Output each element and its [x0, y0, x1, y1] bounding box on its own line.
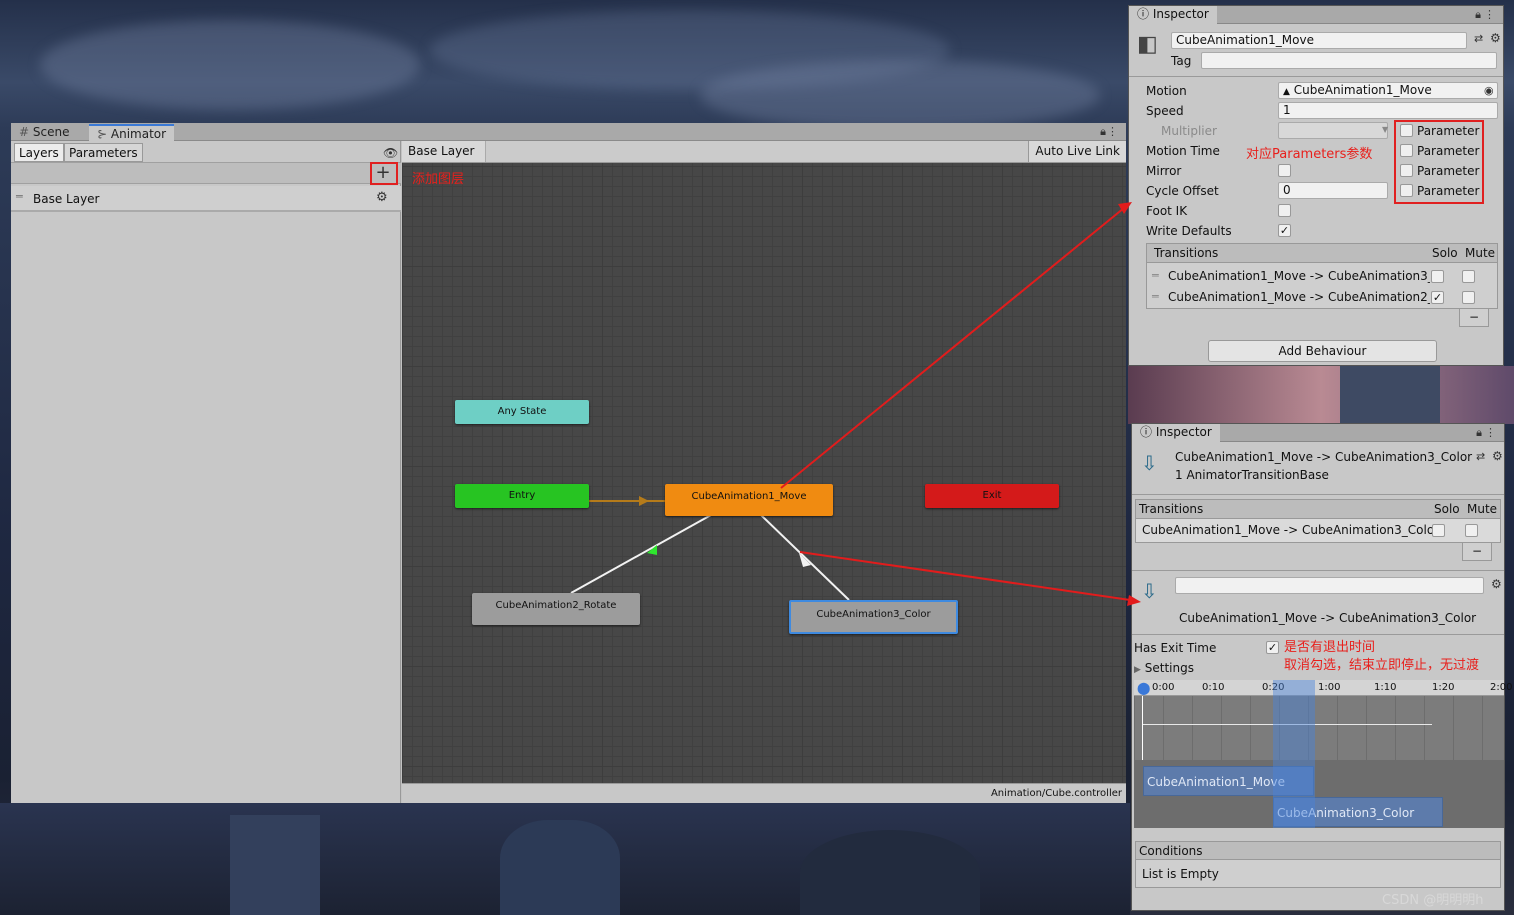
watermark: CSDN @明明明h: [1382, 893, 1484, 908]
annotation-arrows: [780, 202, 1141, 606]
arrow-transition-to-inspector: [799, 551, 1131, 601]
arrowhead: [1127, 595, 1141, 606]
arrow-state-to-inspector: [780, 207, 1125, 489]
